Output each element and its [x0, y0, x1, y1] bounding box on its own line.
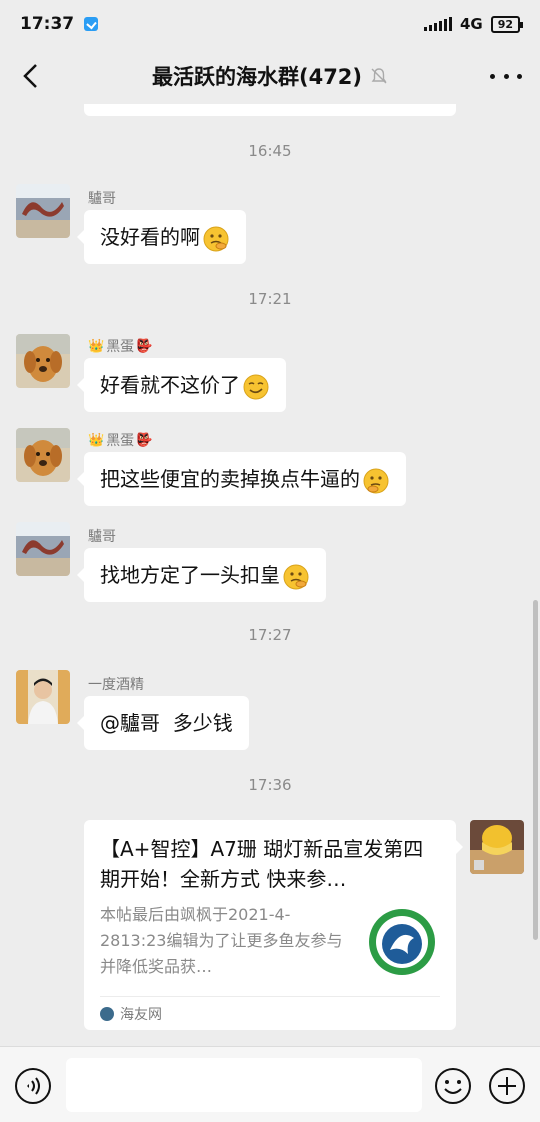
input-bar	[0, 1046, 540, 1122]
message-bubble[interactable]: @驢哥 多少钱	[77, 696, 249, 750]
avatar-self[interactable]	[470, 820, 524, 874]
status-time: 17:37	[20, 14, 75, 34]
more-options-button[interactable]	[490, 60, 522, 92]
sender-name-text: 一度酒精	[88, 677, 144, 693]
shared-link-card[interactable]: 【A+智控】A7珊 瑚灯新品宣发第四期开始！全新方式 快来参… 本帖最后由飒枫于…	[84, 820, 463, 1030]
smirk-face-icon	[243, 374, 269, 399]
sender-name: 一度酒精	[88, 674, 144, 694]
sender-name: 驢哥	[88, 188, 116, 208]
message-bubble[interactable]: 没好看的啊	[77, 210, 246, 264]
chat-title-text: 最活跃的海水群(472)	[151, 65, 363, 89]
chat-title: 最活跃的海水群(472)	[152, 61, 388, 91]
card-thumbnail	[366, 906, 438, 978]
mute-bell-icon	[371, 68, 387, 84]
thinking-face-icon	[203, 226, 229, 251]
message-text: 没好看的啊	[100, 225, 200, 249]
message-bubble[interactable]: 找地方定了一头扣皇	[77, 548, 326, 602]
crown-icon: 👑	[88, 338, 105, 354]
voice-input-icon[interactable]	[14, 1067, 52, 1105]
battery-icon: 92	[490, 15, 524, 33]
sender-name: 👑 黑蛋 👺	[88, 430, 152, 450]
chat-scrollbar[interactable]	[533, 600, 538, 940]
network-type: 4G	[459, 15, 483, 33]
plus-icon[interactable]	[488, 1067, 526, 1105]
message-bubble[interactable]: 好看就不这价了	[77, 358, 286, 412]
avatar-lv-ge[interactable]	[16, 184, 70, 238]
more-dot	[517, 73, 522, 79]
site-icon	[100, 1006, 114, 1021]
notification-icon	[84, 17, 99, 31]
card-description: 本帖最后由飒枫于2021-4-2813:23编辑为了让更多鱼友参与并降低奖品获…	[100, 905, 343, 976]
timestamp: 16:45	[248, 142, 292, 160]
sender-name-text: 驢哥	[88, 529, 116, 545]
sender-name-text: 黑蛋	[106, 339, 135, 355]
message-bubble[interactable]: 把这些便宜的卖掉换点牛逼的	[77, 452, 406, 506]
goblin-mask-icon: 👺	[136, 338, 153, 354]
avatar-hei-dan[interactable]	[16, 428, 70, 482]
thinking-face-icon	[283, 564, 309, 589]
crown-icon: 👑	[88, 432, 105, 448]
timestamp: 17:21	[248, 290, 292, 308]
sender-name: 驢哥	[88, 526, 116, 546]
timestamp: 17:36	[248, 776, 292, 794]
battery-level: 92	[497, 17, 513, 31]
card-title: 【A+智控】A7珊 瑚灯新品宣发第四期开始！全新方式 快来参…	[100, 837, 424, 891]
sender-name: 👑 黑蛋 👺	[88, 336, 152, 356]
message-text: 好看就不这价了	[100, 373, 240, 397]
avatar-yi-du-jiu-jing[interactable]	[16, 670, 70, 724]
timestamp: 17:27	[248, 626, 292, 644]
message-text: @驢哥 多少钱	[100, 711, 233, 735]
more-dot	[503, 73, 509, 79]
more-dot	[490, 73, 495, 79]
avatar-hei-dan[interactable]	[16, 334, 70, 388]
chat-area[interactable]: 16:45 驢哥 没好看的啊 17:21 👑 黑蛋 👺 好看就不这价了 👑 黑蛋…	[0, 104, 540, 1046]
message-text: 找地方定了一头扣皇	[100, 563, 280, 587]
goblin-mask-icon: 👺	[136, 432, 153, 448]
signal-icon	[423, 17, 452, 31]
message-input[interactable]	[66, 1058, 422, 1112]
message-text: 把这些便宜的卖掉换点牛逼的	[100, 467, 360, 491]
back-icon[interactable]	[16, 60, 48, 92]
sender-name-text: 驢哥	[88, 191, 116, 207]
card-source: 海友网	[120, 1006, 162, 1023]
status-bar: 17:37 4G 92	[0, 0, 540, 48]
previous-message-bubble[interactable]	[84, 104, 456, 116]
nav-bar: 最活跃的海水群(472)	[0, 48, 540, 104]
emoji-icon[interactable]	[434, 1067, 472, 1105]
card-footer: 海友网	[100, 996, 440, 1030]
thinking-face-icon	[363, 468, 389, 493]
avatar-lv-ge[interactable]	[16, 522, 70, 576]
sender-name-text: 黑蛋	[106, 433, 135, 449]
